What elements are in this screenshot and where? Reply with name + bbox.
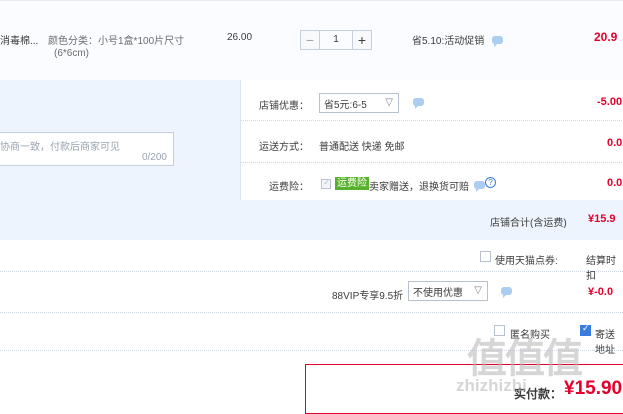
- shipping-value: 普通配送 快递 免邮: [319, 142, 405, 153]
- vip-discount-select-value: 不使用优惠: [413, 287, 463, 299]
- chat-icon[interactable]: [413, 98, 424, 109]
- address-checkbox[interactable]: [580, 323, 591, 336]
- chat-icon[interactable]: [492, 36, 503, 47]
- chat-icon[interactable]: [501, 287, 512, 298]
- settle-label: 结算时扣: [586, 256, 616, 282]
- shop-discount-select[interactable]: 省5元:6-5 ▽: [319, 93, 399, 113]
- shop-subtotal-amount: ¥15.9: [588, 213, 616, 225]
- message-counter: 0/200: [141, 152, 167, 163]
- vip-discount-label: 88VIP专享9.5折: [332, 291, 404, 302]
- product-row: 消毒棉... 颜色分类：小号1盒*100片尺寸 (6*6cm) 26.00 − …: [0, 0, 623, 81]
- shop-options-panel: 店铺优惠： 省5元:6-5 ▽ -5.00 运送方式： 普通配送 快递 免邮 0…: [240, 80, 623, 200]
- chevron-down-icon: ▽: [474, 285, 482, 296]
- promo-text: 省5.10:活动促销: [412, 36, 485, 47]
- message-placeholder: 协商一致，付款后商家可见: [0, 142, 120, 153]
- tmall-points-label: 使用天猫点券:: [495, 256, 558, 267]
- chevron-down-icon: ▽: [385, 97, 393, 108]
- product-spec-size: (6*6cm): [54, 48, 90, 59]
- unit-price: 26.00: [227, 32, 253, 43]
- item-subtotal: 20.9: [594, 30, 618, 44]
- shipping-amount: 0.0: [607, 137, 623, 149]
- insurance-label: 运费险：: [269, 182, 309, 193]
- shop-discount-label: 店铺优惠：: [259, 101, 309, 112]
- address-label: 寄送地址: [595, 330, 615, 356]
- vip-discount-select[interactable]: 不使用优惠 ▽: [408, 281, 488, 301]
- product-spec: 颜色分类：小号1盒*100片尺寸: [48, 36, 185, 47]
- vip-discount-amount: ¥-0.0: [588, 286, 614, 298]
- buyer-message-input[interactable]: 协商一致，付款后商家可见 0/200: [0, 132, 174, 166]
- insurance-amount: 0.0: [607, 177, 623, 189]
- chat-icon[interactable]: [474, 181, 485, 192]
- shop-subtotal-label: 店铺合计(含运费): [490, 218, 567, 229]
- shipping-label: 运送方式：: [259, 142, 309, 153]
- decrease-button[interactable]: −: [300, 30, 320, 50]
- insurance-text: 卖家赠送，退换货可赔: [369, 182, 469, 193]
- insurance-badge: 运费险: [335, 177, 369, 190]
- increase-button[interactable]: +: [352, 30, 372, 50]
- tmall-points-checkbox[interactable]: [480, 251, 491, 262]
- watermark-site: zhizhizhi: [456, 376, 527, 395]
- shop-discount-amount: -5.00: [597, 96, 623, 108]
- product-name[interactable]: 消毒棉...: [0, 32, 38, 47]
- insurance-checkbox[interactable]: [321, 177, 331, 189]
- quantity-input[interactable]: 1: [320, 30, 352, 50]
- shop-discount-select-value: 省5元:6-5: [324, 99, 367, 111]
- question-icon[interactable]: ?: [485, 177, 496, 188]
- quantity-stepper: − 1 +: [300, 30, 372, 50]
